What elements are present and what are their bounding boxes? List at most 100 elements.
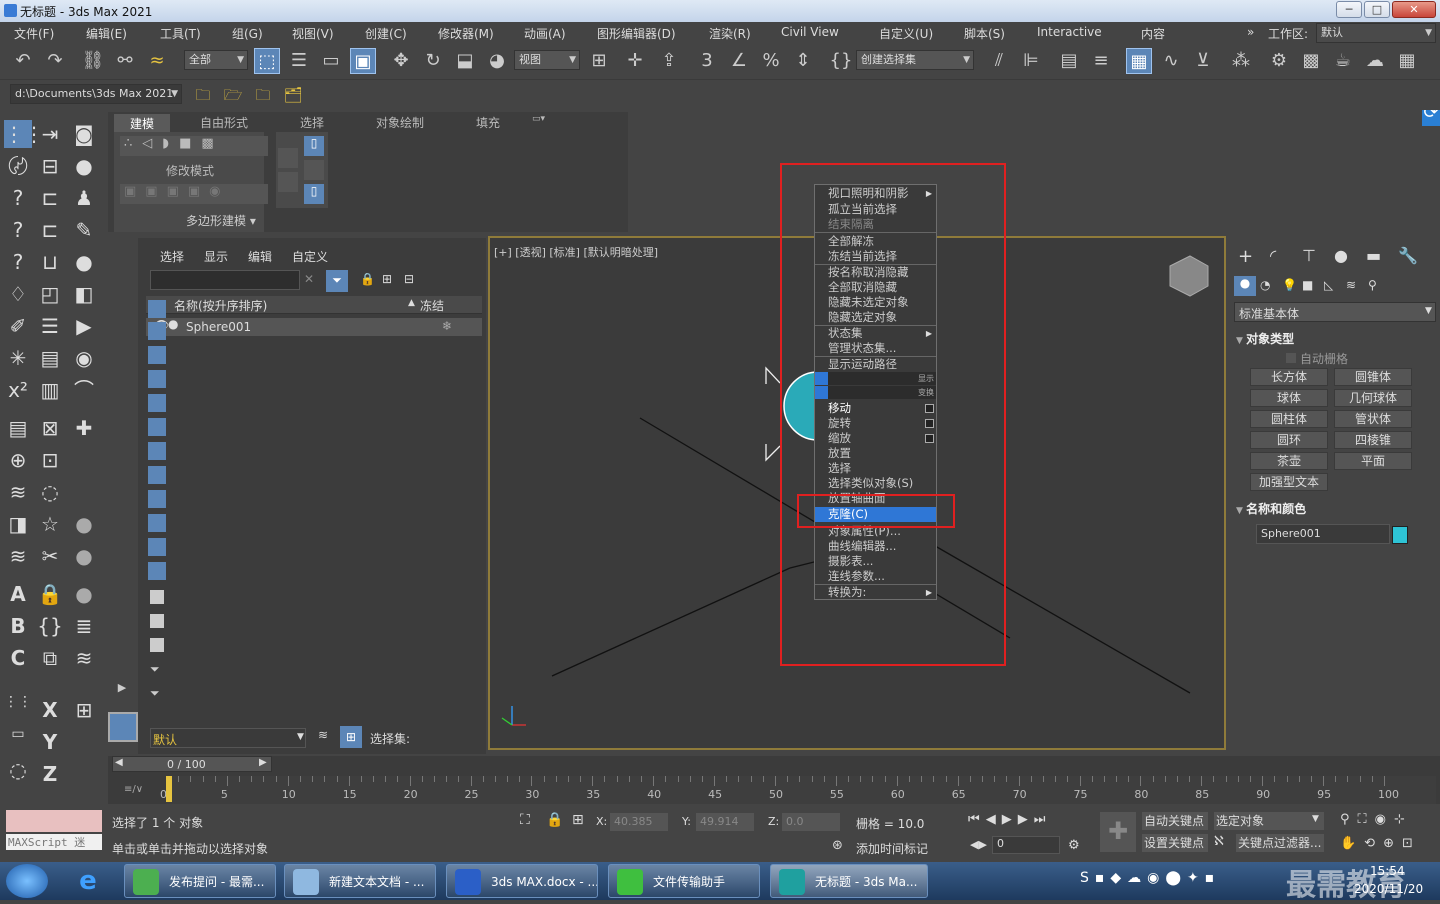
geometry-filter-icon[interactable] xyxy=(148,300,166,318)
object-name-input[interactable]: Sphere001 xyxy=(1256,524,1390,544)
frame-select-icon[interactable]: ◨ xyxy=(4,510,32,538)
menu-interactive[interactable]: Interactive xyxy=(1037,25,1102,39)
time-slider-track[interactable]: ◀ 0 / 100 ▶ xyxy=(112,756,272,772)
torus-button[interactable]: 圆环 xyxy=(1250,431,1328,449)
curve-editor-icon[interactable]: ∿ xyxy=(1158,48,1184,74)
hidden-filter-icon[interactable] xyxy=(148,562,166,580)
pen-icon[interactable]: ✎ xyxy=(70,216,98,244)
render-production-icon[interactable]: ☕ xyxy=(1330,48,1356,74)
time-tag-icon[interactable]: ⊛ xyxy=(832,838,843,853)
render-cloud-icon[interactable]: ☁ xyxy=(1362,48,1388,74)
menu-scripting[interactable]: 脚本(S) xyxy=(964,25,1005,42)
scissors-icon[interactable]: ✂ xyxy=(36,542,64,570)
layer-stack-view-icon[interactable]: ≋ xyxy=(318,728,328,742)
lock-icon[interactable]: 🔒 xyxy=(360,272,375,286)
grid-select-icon[interactable]: ⋮⋮ xyxy=(4,120,44,148)
ring-icon[interactable]: ☰ xyxy=(36,312,64,340)
maxscript-input[interactable]: MAXScript 迷 xyxy=(6,834,102,850)
key-filter-icon[interactable]: ℵ xyxy=(1214,834,1224,849)
plus-layer-icon[interactable]: ⊕ xyxy=(4,446,32,474)
sort-asc-icon[interactable]: ▲ xyxy=(408,298,415,308)
frozen-filter-icon[interactable] xyxy=(148,538,166,556)
task-3ds-max[interactable]: 无标题 - 3ds Ma... xyxy=(770,864,928,898)
undo-icon[interactable]: ↶ xyxy=(10,48,36,74)
layers-view-icon[interactable]: ⊟ xyxy=(404,272,414,286)
grow-icon[interactable]: ▤ xyxy=(36,344,64,372)
key-filters-button[interactable]: 关键点过滤器... xyxy=(1236,834,1324,852)
manipulate-icon[interactable]: ✛ xyxy=(622,48,648,74)
menu-file[interactable]: 文件(F) xyxy=(14,25,54,42)
maxscript-listener[interactable] xyxy=(6,810,102,832)
selection-filter-dropdown[interactable]: 全部 ▼ xyxy=(184,50,248,70)
lock-tool-icon[interactable]: 🔒 xyxy=(36,580,64,608)
copy-tool-icon[interactable]: ⧉ xyxy=(36,644,64,672)
layer-explorer-icon[interactable]: ≡ xyxy=(1088,48,1114,74)
shape-icon[interactable]: ♢ xyxy=(4,280,32,308)
viewcube-icon[interactable] xyxy=(1169,255,1209,297)
keyboard-shortcut-icon[interactable]: ⇪ xyxy=(656,48,682,74)
brush-icon[interactable]: ✐ xyxy=(4,312,32,340)
render-shortcut-icon[interactable]: ▦ xyxy=(1394,48,1420,74)
spacewarps-icon[interactable]: ≋ xyxy=(1346,278,1356,292)
bridge-icon[interactable]: ⊔ xyxy=(36,248,64,276)
helpers-icon[interactable]: ◺ xyxy=(1324,278,1333,292)
create-project-icon[interactable]: 🗀 xyxy=(250,82,276,108)
attach-icon[interactable]: ⊡ xyxy=(36,446,64,474)
viewport-icon[interactable]: ◙ xyxy=(70,120,98,148)
circle-2-icon[interactable]: ● xyxy=(70,542,98,570)
rect-selection-icon[interactable]: ▭ xyxy=(318,48,344,74)
spacewarp-filter-icon[interactable] xyxy=(148,418,166,436)
systems-icon[interactable]: ⚲ xyxy=(1368,278,1377,292)
loop-icon[interactable]: ◰ xyxy=(36,280,64,308)
text-c-icon[interactable]: C xyxy=(4,644,32,672)
shapes-icon[interactable]: ◔ xyxy=(1260,278,1270,292)
render-frame-icon[interactable]: ◧ xyxy=(70,280,98,308)
task-text-document[interactable]: 新建文本文档 - ... xyxy=(284,864,436,898)
absolute-mode-icon[interactable]: ⊞ xyxy=(572,812,584,828)
se-tab-edit[interactable]: 编辑 xyxy=(248,248,272,265)
hierarchy-tab-icon[interactable]: ⊤ xyxy=(1302,246,1316,265)
tab-modeling[interactable]: 建模 xyxy=(114,114,171,133)
knife-icon[interactable]: ? xyxy=(4,184,32,212)
angle-snap-icon[interactable]: ∠ xyxy=(726,48,752,74)
hierarchy-view-icon[interactable]: ⊞ xyxy=(340,726,362,748)
lasso-icon[interactable]: 〄 xyxy=(4,152,32,180)
freeze-icon[interactable]: ❄ xyxy=(442,319,452,333)
link-icon[interactable]: ⛓ xyxy=(80,48,106,74)
tab-populate[interactable]: 填充 xyxy=(476,114,500,131)
filter-funnel-icon[interactable]: ⏷ xyxy=(150,662,160,677)
schematic-view-icon[interactable]: ⊻ xyxy=(1190,48,1216,74)
motion-tab-icon[interactable]: ● xyxy=(1334,246,1348,265)
create-tab-icon[interactable]: + xyxy=(1238,246,1253,267)
cut-icon[interactable]: ? xyxy=(4,216,32,244)
rollout-object-type[interactable]: ▼ 对象类型 xyxy=(1236,330,1426,350)
textplus-button[interactable]: 加强型文本 xyxy=(1250,473,1328,491)
plane-button[interactable]: 平面 xyxy=(1334,452,1412,470)
rendered-frame-icon[interactable]: ▩ xyxy=(1298,48,1324,74)
star-icon[interactable]: ☆ xyxy=(36,510,64,538)
chamfer-icon[interactable]: ⊏ xyxy=(36,216,64,244)
detach-icon[interactable]: ⊠ xyxy=(36,414,64,442)
brace-icon[interactable]: {} xyxy=(36,612,64,640)
menu-modifiers[interactable]: 修改器(M) xyxy=(438,25,494,42)
geometry-icon[interactable]: ● xyxy=(1234,276,1256,296)
cameras-icon[interactable]: ■ xyxy=(1302,278,1313,292)
axis-y-icon[interactable]: Y xyxy=(36,728,64,756)
reference-coord-dropdown[interactable]: 视图 ▼ xyxy=(514,50,580,70)
add-tool-icon[interactable]: ✚ xyxy=(70,414,98,442)
isolate-toggle-icon[interactable]: ⛶ xyxy=(520,812,530,828)
set-key-button[interactable]: 设置关键点 xyxy=(1142,834,1208,852)
circle-1-icon[interactable]: ● xyxy=(70,510,98,538)
play-tool-icon[interactable]: ▶ xyxy=(70,312,98,340)
subobject-icons[interactable]: ∴◁◗■▩ xyxy=(120,136,268,156)
ribbon-btn-3[interactable]: ▯ xyxy=(304,136,324,156)
clear-search-icon[interactable]: ✕ xyxy=(304,272,314,286)
record-icon[interactable]: ◉ xyxy=(70,344,98,372)
playback-controls[interactable]: ⏮◀▶▶⏭ xyxy=(968,812,1051,827)
layer-dropdown[interactable]: 默认 ▼ xyxy=(150,728,306,748)
axis-x-icon[interactable]: X xyxy=(36,696,64,724)
menu-overflow-icon[interactable]: » xyxy=(1247,25,1254,39)
render-setup-icon[interactable]: ⚙ xyxy=(1266,48,1292,74)
snaps-toggle-icon[interactable]: 3 xyxy=(694,48,720,74)
container-filter-icon[interactable] xyxy=(148,514,166,532)
